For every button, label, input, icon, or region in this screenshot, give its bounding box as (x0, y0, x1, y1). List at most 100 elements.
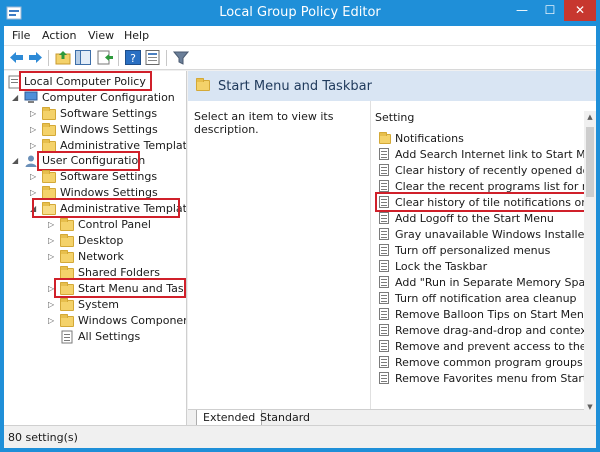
tree-label: Software Settings (60, 170, 158, 183)
tree-item-control-panel[interactable]: ▷ Control Panel (4, 217, 186, 233)
policy-setting-icon (379, 324, 391, 337)
menu-help[interactable]: Help (124, 29, 149, 42)
policy-setting-icon (379, 244, 391, 257)
menu-action[interactable]: Action (42, 29, 76, 42)
tree-item-uc-software-settings[interactable]: ▷ Software Settings (4, 169, 186, 185)
computer-icon (24, 91, 38, 103)
collapse-arrow-icon[interactable]: ◢ (12, 156, 20, 166)
list-item-label: Turn off notification area cleanup (395, 292, 577, 305)
expand-arrow-icon[interactable]: ▷ (30, 172, 38, 182)
collapse-arrow-icon[interactable]: ◢ (12, 93, 20, 103)
title-bar[interactable]: Local Group Policy Editor — ☐ ✕ (0, 0, 600, 26)
policy-setting-icon (379, 228, 391, 241)
status-text: 80 setting(s) (8, 431, 78, 444)
policy-setting-icon (379, 164, 391, 177)
tree-label: Software Settings (60, 107, 158, 120)
app-window: Local Group Policy Editor — ☐ ✕ File Act… (0, 0, 600, 452)
expand-arrow-icon[interactable]: ▷ (48, 316, 56, 326)
tree-label: Network (78, 250, 124, 263)
help-icon[interactable]: ? (124, 49, 142, 66)
list-item-label: Remove and prevent access to the Shut (395, 340, 596, 353)
highlight-box-start-menu-and-taskbar (54, 278, 186, 298)
description-text: Select an item to view its description. (194, 110, 334, 136)
list-item-label: Add Logoff to the Start Menu (395, 212, 554, 225)
tree-item-cc-software-settings[interactable]: ▷ Software Settings (4, 106, 186, 122)
tree-label: Windows Components (78, 314, 186, 327)
tree-item-network[interactable]: ▷ Network (4, 249, 186, 265)
menu-file[interactable]: File (12, 29, 30, 42)
list-item-label: Add "Run in Separate Memory Space" ch (395, 276, 596, 289)
folder-icon (42, 107, 56, 121)
scroll-thumb[interactable] (586, 127, 594, 197)
folder-icon (60, 314, 74, 328)
tree-item-all-settings[interactable]: All Settings (4, 329, 186, 345)
column-header-setting[interactable]: Setting (375, 111, 414, 124)
list-item-label: Add Search Internet link to Start Menu (395, 148, 596, 161)
policy-setting-icon (379, 276, 391, 289)
forward-arrow-icon[interactable] (26, 49, 44, 66)
tab-extended[interactable]: Extended (196, 410, 263, 426)
expand-arrow-icon[interactable]: ▷ (48, 220, 56, 230)
list-item-label: Notifications (395, 132, 464, 145)
expand-arrow-icon[interactable]: ▷ (48, 300, 56, 310)
filter-icon[interactable] (172, 49, 190, 66)
folder-icon (60, 298, 74, 312)
properties-icon[interactable] (144, 49, 162, 66)
toolbar-separator (166, 50, 167, 66)
details-title: Start Menu and Taskbar (218, 79, 372, 94)
user-icon (25, 155, 37, 167)
scroll-up-arrow-icon[interactable]: ▲ (584, 111, 596, 123)
expand-arrow-icon[interactable]: ▷ (48, 236, 56, 246)
console-tree: Local Computer Policy ◢ Computer Configu… (4, 71, 187, 425)
tab-standard[interactable]: Standard (254, 410, 316, 426)
folder-icon (60, 234, 74, 248)
show-hide-tree-icon[interactable] (74, 49, 92, 66)
tree-item-windows-components[interactable]: ▷ Windows Components (4, 313, 186, 329)
folder-icon (379, 132, 391, 145)
list-item-label: Remove Favorites menu from Start Men (395, 372, 596, 385)
tree-item-computer-configuration[interactable]: ◢ Computer Configuration (4, 90, 186, 106)
tree-label: Windows Settings (60, 123, 158, 136)
expand-arrow-icon[interactable]: ▷ (48, 252, 56, 262)
close-button[interactable]: ✕ (564, 0, 596, 21)
minimize-button[interactable]: — (508, 0, 536, 21)
tree-label: System (78, 298, 120, 311)
up-folder-icon[interactable] (54, 49, 72, 66)
client-area: File Action View Help ? Local Computer P… (4, 26, 596, 448)
settings-list: Setting Notifications Add Search Interne… (370, 101, 596, 411)
list-item-label: Clear history of recently opened docume (395, 164, 596, 177)
tree-label: All Settings (78, 330, 141, 343)
maximize-button[interactable]: ☐ (536, 0, 564, 21)
export-list-icon[interactable] (96, 49, 114, 66)
expand-arrow-icon[interactable]: ▷ (30, 109, 38, 119)
tree-item-cc-windows-settings[interactable]: ▷ Windows Settings (4, 122, 186, 138)
list-item-label: Gray unavailable Windows Installer prog (395, 228, 596, 241)
svg-text:?: ? (130, 52, 136, 65)
list-item-label: Remove common program groups from (395, 356, 596, 369)
tree-label: Control Panel (78, 218, 151, 231)
tree-item-system[interactable]: ▷ System (4, 297, 186, 313)
policy-setting-icon (379, 148, 391, 161)
all-settings-icon (61, 330, 73, 344)
toolbar-separator (118, 50, 119, 66)
expand-arrow-icon[interactable]: ▷ (30, 141, 38, 151)
description-pane: Select an item to view its description. (188, 101, 370, 411)
scroll-down-arrow-icon[interactable]: ▼ (584, 401, 596, 413)
tree-label: Computer Configuration (42, 91, 175, 104)
expand-arrow-icon[interactable]: ▷ (30, 188, 38, 198)
vertical-scrollbar[interactable]: ▲ ▼ (584, 111, 596, 425)
policy-setting-icon (379, 260, 391, 273)
folder-icon (42, 170, 56, 184)
menu-view[interactable]: View (88, 29, 114, 42)
tree-item-desktop[interactable]: ▷ Desktop (4, 233, 186, 249)
view-tabs: Extended Standard (188, 409, 584, 426)
back-arrow-icon[interactable] (8, 49, 26, 66)
highlight-box-user-configuration (37, 151, 140, 171)
status-bar: 80 setting(s) (4, 425, 596, 448)
folder-icon (196, 78, 210, 91)
highlight-box-clear-tile-notifications (375, 192, 596, 212)
menu-bar: File Action View Help (4, 26, 596, 46)
details-header: Start Menu and Taskbar (188, 71, 596, 101)
highlight-box-administrative-templates (32, 198, 180, 218)
expand-arrow-icon[interactable]: ▷ (30, 125, 38, 135)
